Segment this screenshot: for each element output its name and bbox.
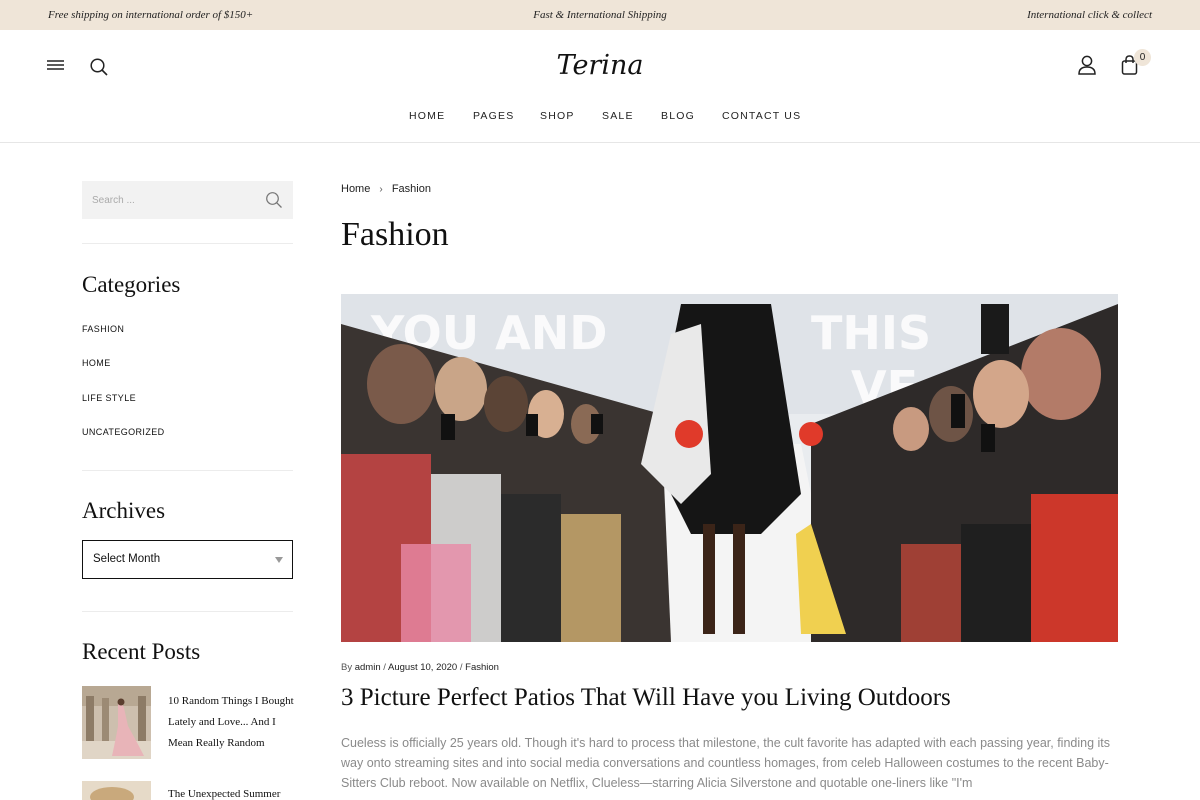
recent-posts-title: Recent Posts (82, 639, 201, 664)
hero-banner-text: THIS (811, 306, 931, 360)
search-input[interactable] (82, 181, 262, 219)
nav-blog[interactable]: BLOG (661, 110, 695, 122)
chevron-right-icon: › (379, 184, 383, 195)
post-author[interactable]: admin (355, 662, 381, 673)
archives-select[interactable]: Select Month (82, 540, 293, 579)
user-icon[interactable] (1077, 54, 1097, 76)
main-navigation: HOME PAGES SHOP SALE BLOG CONTACT US (0, 110, 1200, 126)
page-title: Fashion (341, 216, 449, 253)
recent-post-title[interactable]: 10 Random Things I Bought Lately and Lov… (168, 691, 298, 754)
nav-home[interactable]: HOME (409, 110, 445, 122)
announcement-bar: Free shipping on international order of … (0, 0, 1200, 30)
breadcrumb-current: Fashion (391, 183, 431, 195)
meta-by: By (341, 662, 353, 673)
menu-icon[interactable] (47, 58, 65, 72)
archives-selected-value: Select Month (93, 553, 161, 565)
meta-separator: / (383, 662, 386, 673)
recent-post-thumbnail[interactable] (82, 781, 151, 800)
fast-shipping-text: Fast & International Shipping (533, 9, 667, 21)
categories-title: Categories (82, 272, 181, 297)
breadcrumb: Home › Fashion (341, 183, 431, 195)
site-logo[interactable]: Terina (556, 44, 644, 88)
site-header: Terina 0 HOME PAGES SHOP SALE BLOG CONTA… (0, 30, 1200, 143)
sidebar-search (82, 181, 293, 219)
featured-post-image[interactable]: YOU AND THIS VE (341, 294, 1118, 642)
sidebar-divider (82, 243, 293, 244)
category-home[interactable]: HOME (82, 358, 111, 368)
category-fashion[interactable]: FASHION (82, 324, 124, 334)
search-icon[interactable] (89, 57, 109, 77)
post-excerpt: Cueless is officially 25 years old. Thou… (341, 736, 1111, 790)
category-life-style[interactable]: LIFE STYLE (82, 393, 136, 403)
nav-sale[interactable]: SALE (602, 110, 634, 122)
free-shipping-text: Free shipping on international order of … (48, 9, 254, 21)
cart-count-badge: 0 (1134, 49, 1151, 66)
recent-post-title[interactable]: The Unexpected Summer (168, 786, 298, 800)
category-uncategorized[interactable]: UNCATEGORIZED (82, 427, 165, 437)
post-category[interactable]: Fashion (465, 662, 499, 673)
post-meta: By admin / August 10, 2020 / Fashion (341, 662, 499, 673)
search-submit-icon[interactable] (265, 191, 283, 209)
click-collect-text: International click & collect (1027, 9, 1152, 21)
breadcrumb-home[interactable]: Home (341, 183, 370, 195)
archives-title: Archives (82, 498, 166, 523)
sidebar-divider (82, 611, 293, 612)
sidebar-divider (82, 470, 293, 471)
nav-shop[interactable]: SHOP (540, 110, 575, 122)
post-date[interactable]: August 10, 2020 (388, 662, 457, 673)
post-title[interactable]: 3 Picture Perfect Patios That Will Have … (341, 684, 951, 712)
meta-separator: / (459, 662, 463, 673)
nav-pages[interactable]: PAGES (473, 110, 514, 122)
chevron-down-icon (275, 557, 283, 563)
nav-contact-us[interactable]: CONTACT US (722, 110, 801, 122)
recent-post-thumbnail[interactable] (82, 686, 151, 759)
logo-text: Terina (557, 50, 644, 81)
